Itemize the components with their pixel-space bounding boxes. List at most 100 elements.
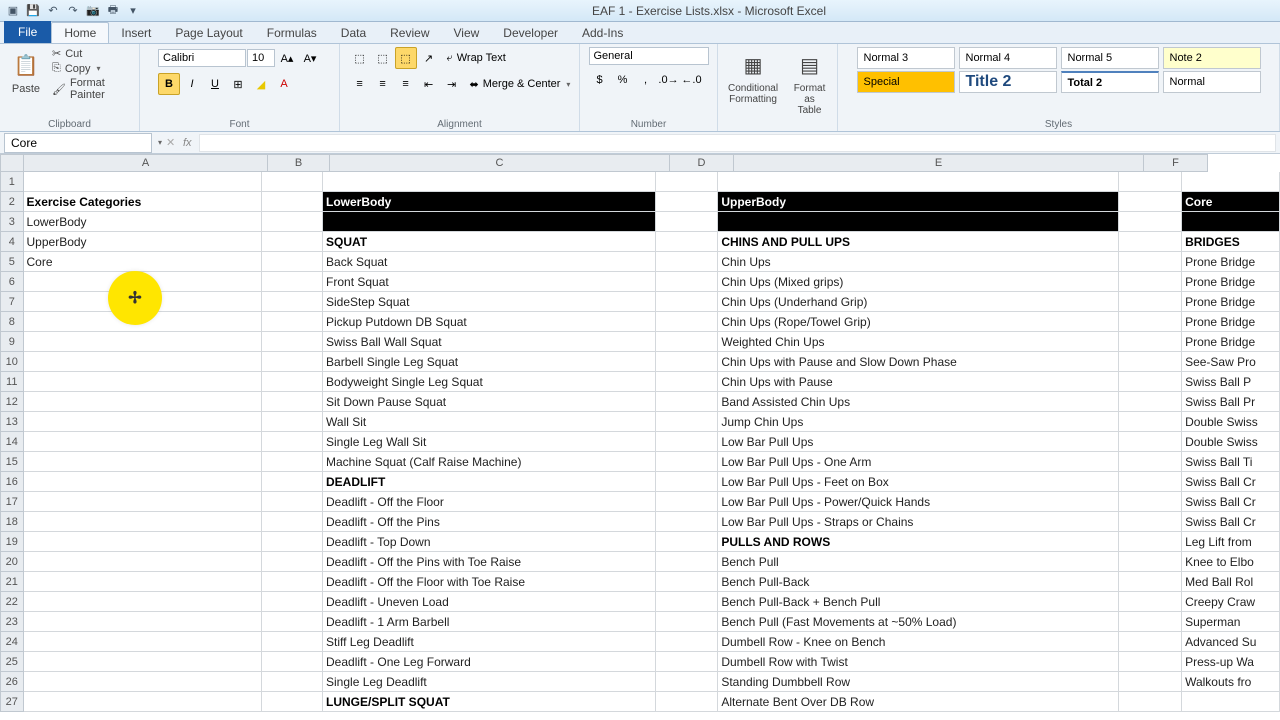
cell[interactable] — [262, 432, 323, 452]
cell-grid[interactable]: 12Exercise CategoriesLowerBodyUpperBodyC… — [0, 172, 1280, 712]
cell[interactable]: Swiss Ball Cr — [1182, 492, 1280, 512]
style-title-2[interactable]: Title 2 — [959, 71, 1057, 93]
row-header[interactable]: 16 — [0, 472, 24, 492]
row-header[interactable]: 5 — [0, 252, 24, 272]
cell[interactable] — [24, 432, 263, 452]
cell[interactable] — [24, 672, 263, 692]
cell[interactable]: Double Swiss — [1182, 412, 1280, 432]
cell[interactable] — [1119, 292, 1182, 312]
row-header[interactable]: 27 — [0, 692, 24, 712]
tab-review[interactable]: Review — [378, 23, 441, 43]
cell[interactable]: BRIDGES — [1182, 232, 1280, 252]
row-header[interactable]: 15 — [0, 452, 24, 472]
cell[interactable] — [262, 692, 323, 712]
cell[interactable]: PULLS AND ROWS — [718, 532, 1119, 552]
cell[interactable] — [1119, 432, 1182, 452]
cell[interactable] — [24, 652, 263, 672]
row-header[interactable]: 10 — [0, 352, 24, 372]
cell[interactable]: Low Bar Pull Ups - One Arm — [718, 452, 1119, 472]
cell[interactable]: Prone Bridge — [1182, 312, 1280, 332]
cell[interactable] — [24, 172, 263, 192]
cell[interactable] — [1182, 212, 1280, 232]
cell[interactable] — [1182, 692, 1280, 712]
tab-developer[interactable]: Developer — [491, 23, 570, 43]
cell[interactable] — [656, 392, 719, 412]
col-header[interactable]: D — [670, 154, 734, 172]
cell[interactable] — [24, 592, 263, 612]
align-middle-icon[interactable]: ⬚ — [372, 47, 394, 69]
row-header[interactable]: 7 — [0, 292, 24, 312]
italic-button[interactable]: I — [181, 73, 203, 95]
shrink-font-icon[interactable]: A▾ — [299, 47, 321, 69]
tab-view[interactable]: View — [442, 23, 492, 43]
cell[interactable] — [656, 332, 719, 352]
cell[interactable] — [1119, 412, 1182, 432]
row-header[interactable]: 9 — [0, 332, 24, 352]
cell[interactable]: Swiss Ball Pr — [1182, 392, 1280, 412]
col-header[interactable]: B — [268, 154, 330, 172]
fill-color-button[interactable]: ◢ — [250, 73, 272, 95]
row-header[interactable]: 4 — [0, 232, 24, 252]
cell[interactable] — [656, 652, 719, 672]
cell[interactable] — [1119, 272, 1182, 292]
cell[interactable] — [24, 612, 263, 632]
tab-insert[interactable]: Insert — [109, 23, 163, 43]
bold-button[interactable]: B — [158, 73, 180, 95]
cell[interactable] — [262, 672, 323, 692]
cell[interactable] — [262, 192, 323, 212]
name-box[interactable] — [4, 133, 152, 153]
cell[interactable]: See-Saw Pro — [1182, 352, 1280, 372]
cell[interactable] — [262, 452, 323, 472]
style-total-2[interactable]: Total 2 — [1061, 71, 1159, 93]
tab-formulas[interactable]: Formulas — [255, 23, 329, 43]
cell[interactable] — [262, 472, 323, 492]
select-all-button[interactable] — [0, 154, 24, 172]
cell[interactable]: Swiss Ball Wall Squat — [323, 332, 656, 352]
number-format-select[interactable] — [589, 47, 709, 65]
copy-button[interactable]: ⎘Copy▾ — [52, 62, 133, 75]
cell[interactable] — [262, 392, 323, 412]
cell[interactable] — [1119, 332, 1182, 352]
currency-icon[interactable]: $ — [589, 69, 611, 91]
cell[interactable]: UpperBody — [24, 232, 263, 252]
cell[interactable] — [656, 352, 719, 372]
cell[interactable]: Weighted Chin Ups — [718, 332, 1119, 352]
cell[interactable] — [656, 552, 719, 572]
style-note-2[interactable]: Note 2 — [1163, 47, 1261, 69]
cell[interactable]: Prone Bridge — [1182, 272, 1280, 292]
conditional-formatting-button[interactable]: ▦ Conditional Formatting — [724, 47, 782, 107]
cell[interactable]: Chin Ups (Mixed grips) — [718, 272, 1119, 292]
cell[interactable]: Stiff Leg Deadlift — [323, 632, 656, 652]
cell[interactable]: Dumbell Row - Knee on Bench — [718, 632, 1119, 652]
cell[interactable] — [262, 252, 323, 272]
row-header[interactable]: 14 — [0, 432, 24, 452]
cell[interactable] — [1119, 692, 1182, 712]
cell[interactable] — [262, 352, 323, 372]
cell[interactable] — [1119, 252, 1182, 272]
style-normal-5[interactable]: Normal 5 — [1061, 47, 1159, 69]
print-icon[interactable]: 🖶 — [104, 2, 122, 20]
cell[interactable]: Deadlift - Off the Floor with Toe Raise — [323, 572, 656, 592]
row-header[interactable]: 3 — [0, 212, 24, 232]
cell[interactable]: Swiss Ball P — [1182, 372, 1280, 392]
cell[interactable] — [262, 652, 323, 672]
cell[interactable] — [1119, 572, 1182, 592]
cell[interactable]: Barbell Single Leg Squat — [323, 352, 656, 372]
cell[interactable] — [1119, 492, 1182, 512]
cell[interactable] — [323, 212, 656, 232]
row-header[interactable]: 25 — [0, 652, 24, 672]
excel-icon[interactable]: ▣ — [4, 2, 22, 20]
cell[interactable] — [656, 192, 719, 212]
cell[interactable] — [656, 592, 719, 612]
style-normal[interactable]: Normal — [1163, 71, 1261, 93]
cell[interactable] — [262, 212, 323, 232]
cell[interactable] — [262, 232, 323, 252]
cell[interactable]: Chin Ups with Pause and Slow Down Phase — [718, 352, 1119, 372]
row-header[interactable]: 11 — [0, 372, 24, 392]
align-left-icon[interactable]: ≡ — [349, 73, 371, 95]
undo-icon[interactable]: ↶ — [44, 2, 62, 20]
cell[interactable]: Bench Pull-Back — [718, 572, 1119, 592]
cell[interactable] — [656, 632, 719, 652]
cell[interactable] — [262, 172, 323, 192]
cell[interactable] — [1119, 552, 1182, 572]
